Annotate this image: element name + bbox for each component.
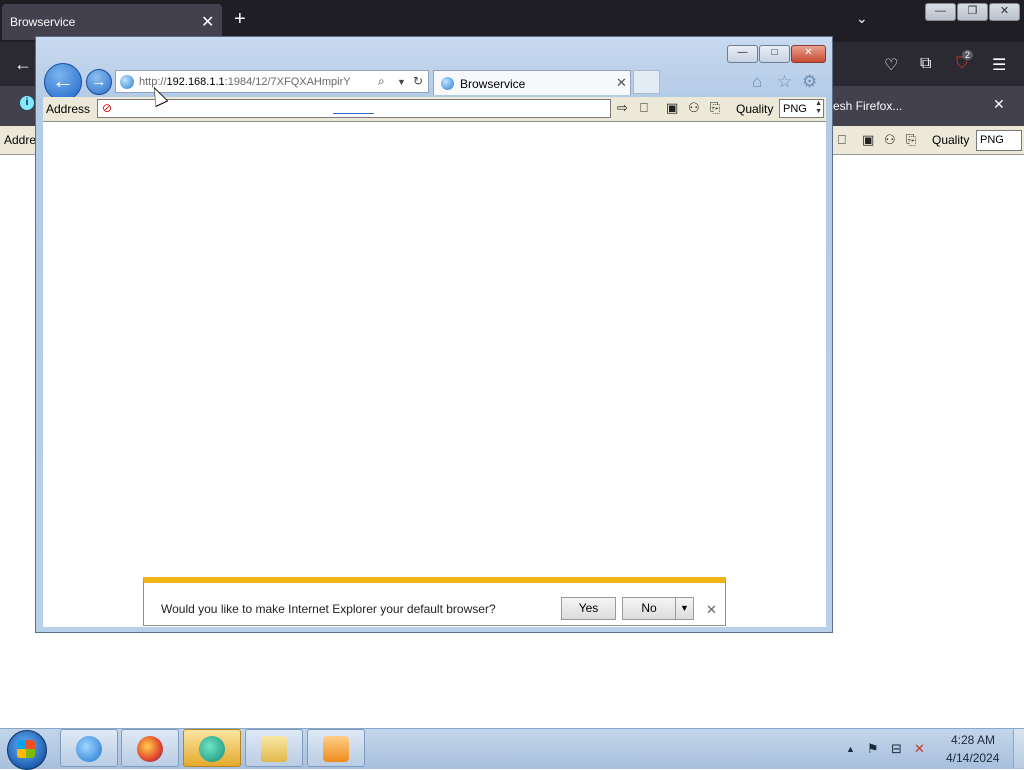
- home-icon[interactable]: ⌂: [752, 72, 762, 92]
- bookmark-icon[interactable]: ⎕: [640, 100, 648, 116]
- firefox-list-tabs-icon[interactable]: ⌄: [856, 10, 868, 27]
- ie-tab-page-icon: [441, 77, 454, 90]
- taskbar-firefox[interactable]: [121, 729, 179, 767]
- firefox-minimize-button[interactable]: —: [925, 3, 956, 21]
- firefox-page-address-label: Addre: [4, 133, 37, 147]
- internet-explorer-icon: [76, 736, 102, 762]
- firefox-tab-close-icon[interactable]: ✕: [201, 12, 214, 32]
- firefox-tab-title: Browservice: [10, 15, 76, 29]
- quality-select[interactable]: PNG ▲ ▼: [779, 99, 824, 118]
- show-hidden-icons-icon[interactable]: ▲: [846, 744, 855, 754]
- firefox-quality-select[interactable]: PNG: [976, 130, 1022, 151]
- pocket-icon[interactable]: ♡: [884, 55, 898, 75]
- ie-page-content[interactable]: [43, 122, 826, 627]
- find-icon[interactable]: ⚇: [884, 132, 896, 148]
- url-dropdown-icon[interactable]: ▼: [397, 77, 406, 87]
- folder-icon: [261, 736, 287, 762]
- firefox-quality-value: PNG: [980, 134, 1004, 146]
- default-browser-notification: Would you like to make Internet Explorer…: [143, 577, 726, 626]
- go-arrow-icon[interactable]: ⇨: [617, 100, 628, 116]
- address-input[interactable]: ⊘: [97, 99, 611, 118]
- notification-close-icon[interactable]: ✕: [706, 602, 717, 618]
- taskbar-internet-explorer[interactable]: [60, 729, 118, 767]
- browservice-icon: [199, 736, 225, 762]
- ie-url-text[interactable]: http://192.168.1.1:1984/12/7XFQXAHmpirY0…: [139, 76, 351, 88]
- find-icon[interactable]: ⚇: [688, 100, 700, 116]
- security-icon: ⊘: [102, 101, 113, 115]
- info-icon: i: [20, 96, 34, 110]
- quality-spinner-icon[interactable]: ▲ ▼: [815, 100, 822, 116]
- ie-maximize-button[interactable]: □: [759, 45, 790, 63]
- firefox-notification-text[interactable]: esh Firefox...: [833, 99, 902, 113]
- firefox-notification-close-icon[interactable]: ✕: [993, 96, 1005, 113]
- ie-forward-button[interactable]: →: [86, 69, 112, 95]
- volume-muted-icon[interactable]: ✕: [914, 741, 925, 757]
- address-label: Address: [46, 102, 91, 116]
- no-button[interactable]: No: [622, 597, 676, 620]
- ublock-badge: 2: [962, 50, 974, 60]
- favorites-star-icon[interactable]: ☆: [777, 72, 792, 92]
- ie-close-button[interactable]: ✕: [791, 45, 826, 63]
- ie-minimize-button[interactable]: —: [727, 45, 758, 63]
- media-player-icon: [323, 736, 349, 762]
- clock-time[interactable]: 4:28 AM: [951, 733, 995, 747]
- firefox-new-tab-button[interactable]: +: [234, 8, 246, 31]
- menu-icon[interactable]: ☰: [992, 55, 1006, 75]
- clock-date[interactable]: 4/14/2024: [946, 751, 999, 765]
- ie-tab-close-icon[interactable]: ✕: [616, 75, 627, 91]
- save-icon[interactable]: ▣: [666, 100, 678, 116]
- firefox-restore-button[interactable]: ❐: [957, 3, 988, 21]
- ie-page-icon: [120, 75, 134, 89]
- show-desktop-button[interactable]: [1013, 729, 1024, 768]
- bookmark-icon[interactable]: ⎕: [838, 132, 846, 148]
- yes-button[interactable]: Yes: [561, 597, 616, 620]
- ie-back-button[interactable]: ←: [44, 63, 82, 101]
- no-dropdown-button[interactable]: ▼: [675, 597, 694, 620]
- taskbar-file-explorer[interactable]: [245, 729, 303, 767]
- action-center-flag-icon[interactable]: ⚑: [867, 741, 879, 757]
- firefox-icon: [137, 736, 163, 762]
- taskbar-browservice[interactable]: [183, 729, 241, 767]
- taskbar-media-player[interactable]: [307, 729, 365, 767]
- firefox-back-icon[interactable]: ←: [14, 54, 32, 75]
- gear-icon[interactable]: ⚙: [802, 72, 817, 92]
- loading-progress: [333, 113, 374, 114]
- clipboard-icon[interactable]: ⎘: [710, 100, 720, 116]
- save-icon[interactable]: ▣: [862, 132, 874, 148]
- firefox-close-button[interactable]: ✕: [989, 3, 1020, 21]
- ie-new-tab-button[interactable]: [633, 70, 660, 94]
- network-icon[interactable]: ⊟: [891, 741, 902, 757]
- notification-text: Would you like to make Internet Explorer…: [161, 602, 496, 616]
- firefox-tab-browservice[interactable]: Browservice ✕: [2, 4, 222, 40]
- firefox-quality-label: Quality: [932, 133, 970, 147]
- ie-tab-browservice[interactable]: Browservice ✕: [433, 70, 631, 95]
- extensions-icon[interactable]: ⧉: [920, 55, 931, 73]
- refresh-icon[interactable]: ↻: [413, 74, 423, 88]
- ie-tab-title: Browservice: [460, 77, 526, 91]
- quality-value: PNG: [783, 103, 807, 115]
- windows-logo-icon: [17, 740, 35, 758]
- quality-label: Quality: [736, 102, 774, 116]
- clipboard-icon[interactable]: ⎘: [906, 132, 916, 148]
- search-icon[interactable]: ⌕: [378, 74, 385, 89]
